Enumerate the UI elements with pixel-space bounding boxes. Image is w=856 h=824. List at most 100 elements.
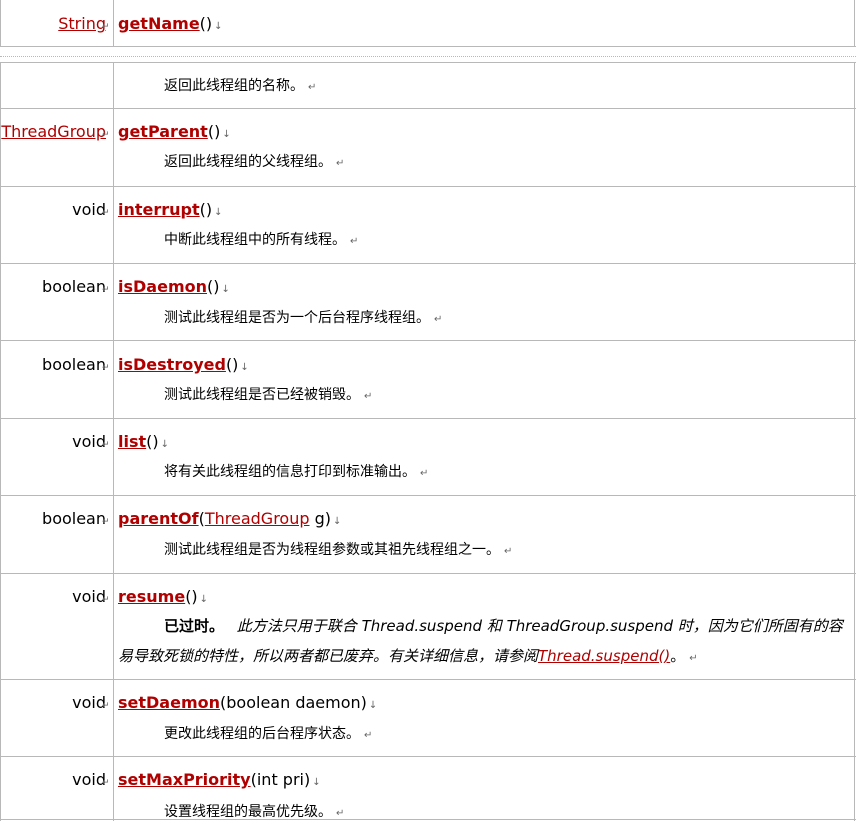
cell-end-mark: ↵	[102, 778, 110, 788]
paragraph-mark: ↵	[689, 653, 698, 664]
method-name-link[interactable]: isDestroyed	[118, 355, 226, 374]
row-divider	[0, 263, 856, 264]
line-break-mark: ↓	[312, 777, 321, 788]
paragraph-mark: ↵	[336, 808, 345, 819]
line-break-mark: ↓	[214, 207, 223, 218]
method-signature: setDaemon(boolean daemon) ↓	[118, 693, 377, 716]
return-type: void	[72, 587, 106, 606]
return-type: void	[72, 200, 106, 219]
method-signature: setMaxPriority(int pri) ↓	[118, 770, 321, 793]
description-text: 返回此线程组的名称。	[164, 78, 304, 94]
method-name-link[interactable]: setMaxPriority	[118, 770, 251, 789]
line-break-mark: ↓	[199, 594, 209, 605]
cell-end-mark: ↵	[102, 130, 110, 140]
method-params: ()	[199, 14, 213, 33]
line-break-mark: ↓	[221, 284, 230, 295]
param-type-link[interactable]: ThreadGroup	[205, 509, 310, 528]
method-signature: getParent() ↓	[118, 122, 231, 145]
deprecated-end: 。	[670, 647, 686, 665]
page-break-line	[0, 46, 856, 47]
return-type[interactable]: ThreadGroup	[1, 122, 106, 142]
method-description: 测试此线程组是否为线程组参数或其祖先线程组之一。 ↵	[164, 540, 512, 562]
method-signature: interrupt() ↓	[118, 200, 223, 223]
description-text: 将有关此线程组的信息打印到标准输出。	[164, 464, 416, 480]
row-divider	[0, 186, 856, 187]
line-break-mark: ↓	[240, 362, 249, 373]
method-params: (int pri)	[250, 770, 311, 789]
thread-suspend-link[interactable]: Thread.suspend()	[538, 647, 670, 665]
column-divider	[113, 62, 114, 821]
deprecated-text-cont: 易导致死锁的特性，所以两者都已废弃。有关详细信息，请参阅	[118, 647, 539, 665]
return-type: boolean	[42, 509, 106, 528]
paragraph-mark: ↵	[308, 82, 317, 93]
method-description: 返回此线程组的父线程组。 ↵	[164, 152, 344, 174]
method-description: 将有关此线程组的信息打印到标准输出。 ↵	[164, 462, 428, 484]
method-params: ()	[207, 122, 221, 141]
row-divider	[0, 679, 856, 680]
line-break-mark: ↓	[160, 439, 170, 450]
row-divider	[0, 108, 856, 109]
return-type: boolean	[42, 277, 106, 296]
row-divider	[0, 340, 856, 341]
method-params: ()	[207, 277, 220, 296]
method-signature: getName() ↓	[118, 14, 223, 37]
column-divider	[113, 0, 114, 46]
method-name-link[interactable]: getName	[118, 14, 200, 33]
right-border	[854, 0, 855, 46]
paragraph-mark: ↵	[350, 236, 359, 247]
method-name-link[interactable]: resume	[118, 587, 185, 606]
method-signature: list() ↓	[118, 432, 169, 455]
paragraph-mark: ↵	[434, 314, 443, 325]
paragraph-mark: ↵	[420, 468, 429, 479]
method-name-link[interactable]: list	[118, 432, 146, 451]
bottom-border	[0, 819, 856, 820]
description-text: 测试此线程组是否为线程组参数或其祖先线程组之一。	[164, 542, 500, 558]
line-break-mark: ↓	[332, 516, 342, 527]
deprecated-label: 已过时。	[164, 617, 225, 635]
method-params: ()	[199, 200, 213, 219]
description-text: 测试此线程组是否为一个后台程序线程组。	[164, 310, 430, 326]
line-break-mark: ↓	[222, 129, 231, 140]
description-text: 返回此线程组的父线程组。	[164, 154, 332, 170]
row-divider	[0, 418, 856, 419]
cell-end-mark: ↵	[102, 440, 110, 450]
return-type: void	[72, 770, 106, 789]
method-description: 返回此线程组的名称。 ↵	[164, 76, 316, 98]
method-description: 测试此线程组是否为一个后台程序线程组。 ↵	[164, 308, 442, 330]
return-type[interactable]: String	[58, 14, 106, 34]
deprecated-note-line1: 已过时。 此方法只用于联合 Thread.suspend 和 ThreadGro…	[164, 616, 843, 636]
deprecated-note-line2: 易导致死锁的特性，所以两者都已废弃。有关详细信息，请参阅Thread.suspe…	[118, 646, 698, 669]
page-break-line	[0, 62, 856, 63]
method-description: 中断此线程组中的所有线程。 ↵	[164, 230, 358, 252]
paragraph-mark: ↵	[504, 546, 513, 557]
method-signature: parentOf(ThreadGroup g) ↓	[118, 509, 341, 532]
return-type: boolean	[42, 355, 106, 374]
return-type: void	[72, 432, 106, 451]
page-break-line	[0, 56, 856, 57]
cell-end-mark: ↵	[102, 208, 110, 218]
description-text: 更改此线程组的后台程序状态。	[164, 726, 360, 742]
paragraph-mark: ↵	[364, 730, 373, 741]
cell-end-mark: ↵	[102, 22, 110, 32]
method-params: ()	[225, 355, 239, 374]
method-name-link[interactable]: getParent	[118, 122, 208, 141]
line-break-mark: ↓	[368, 700, 378, 711]
method-signature: resume() ↓	[118, 587, 208, 610]
method-name-link[interactable]: setDaemon	[118, 693, 220, 712]
method-params: (boolean daemon)	[220, 693, 367, 712]
cell-end-mark: ↵	[102, 701, 110, 711]
method-name-link[interactable]: parentOf	[118, 509, 199, 528]
description-text: 测试此线程组是否已经被销毁。	[164, 387, 360, 403]
method-params: g)	[309, 509, 331, 528]
cell-end-mark: ↵	[102, 285, 110, 295]
paragraph-mark: ↵	[364, 391, 373, 402]
right-border	[854, 62, 855, 821]
row-divider	[0, 756, 856, 757]
method-name-link[interactable]: isDaemon	[118, 277, 207, 296]
method-name-link[interactable]: interrupt	[118, 200, 200, 219]
cell-end-mark: ↵	[102, 595, 110, 605]
method-description: 更改此线程组的后台程序状态。 ↵	[164, 724, 372, 746]
left-border	[0, 0, 1, 46]
description-text: 设置线程组的最高优先级。	[164, 804, 332, 820]
line-break-mark: ↓	[214, 21, 223, 32]
